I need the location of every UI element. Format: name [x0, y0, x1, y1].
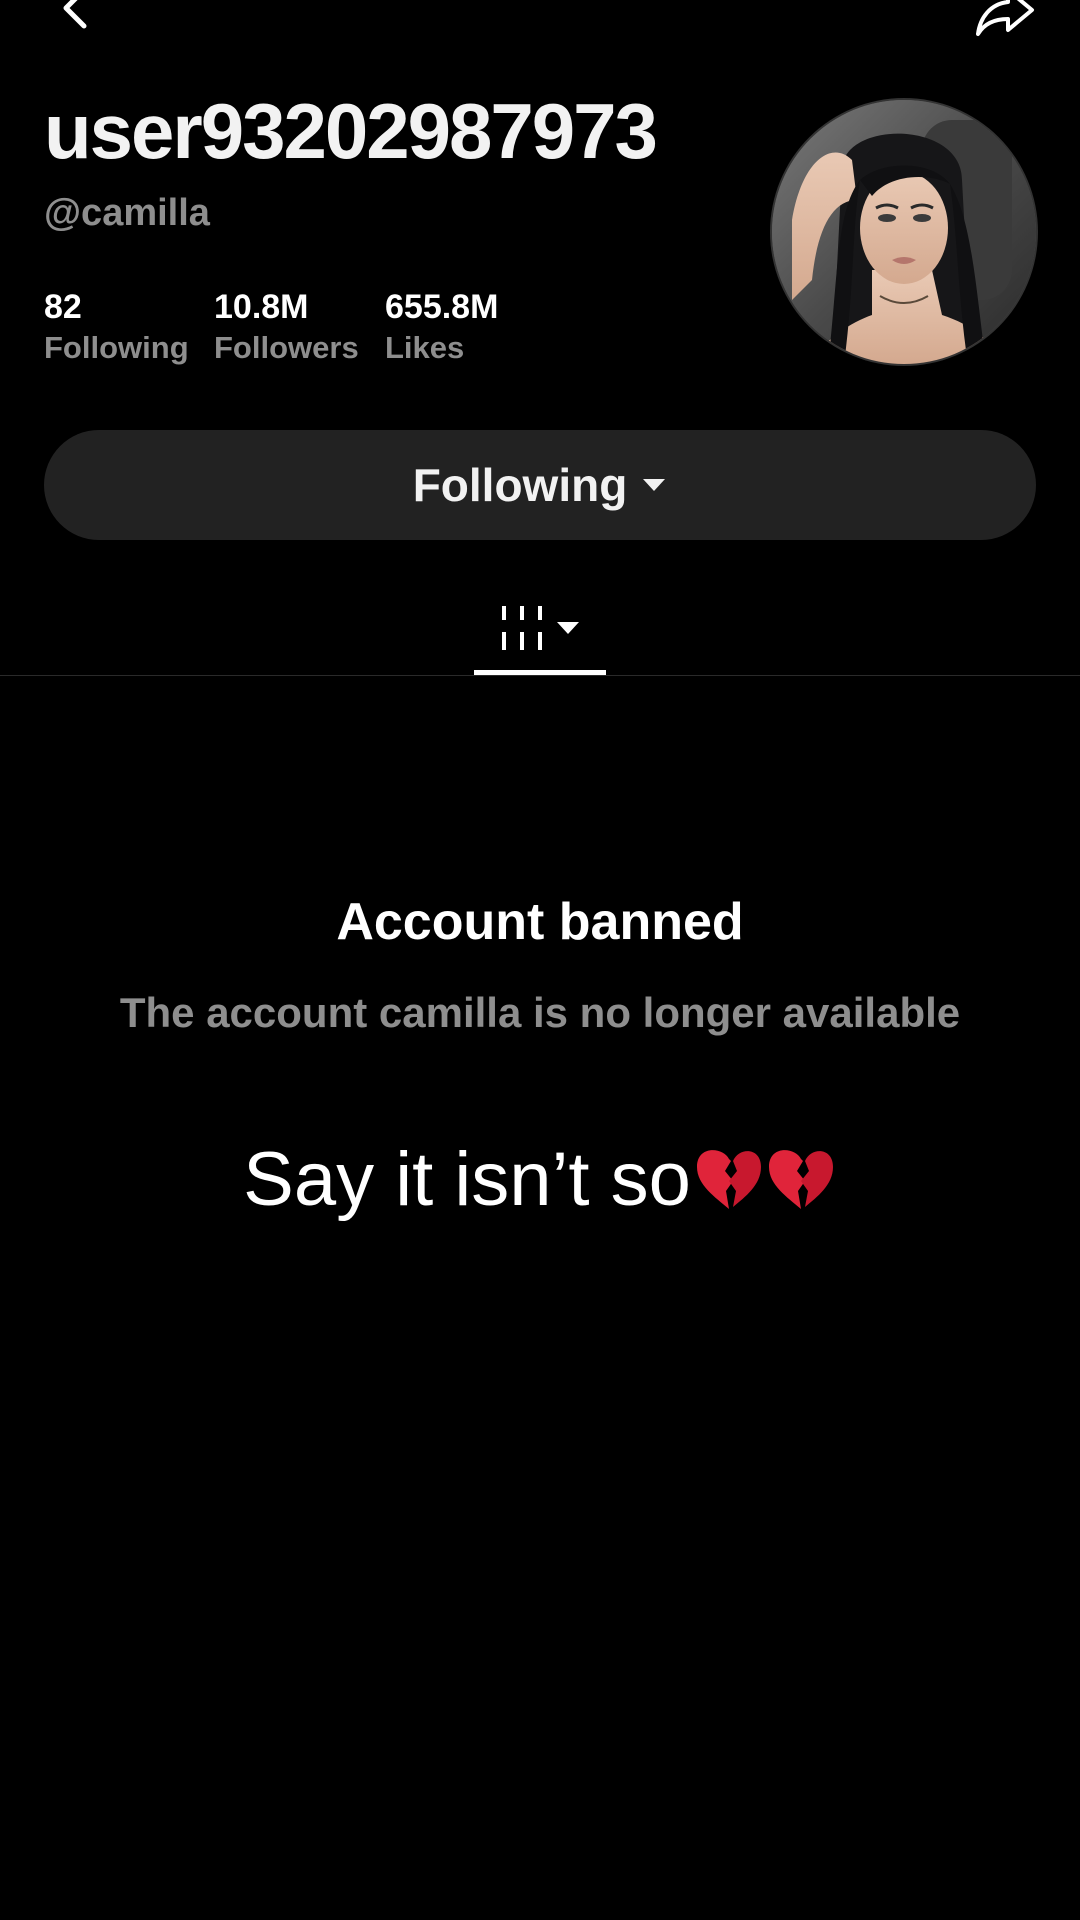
stat-followers-count: 10.8M — [214, 288, 309, 326]
following-button-label: Following — [412, 459, 628, 511]
banned-subtitle: The account camilla is no longer availab… — [119, 989, 961, 1036]
banned-title: Account banned — [336, 893, 744, 951]
caret-down-icon — [643, 479, 666, 491]
profile-handle: @camilla — [44, 192, 210, 234]
stat-likes[interactable]: 655.8M Likes — [385, 290, 498, 363]
stat-followers-label: Followers — [214, 330, 359, 365]
avatar[interactable] — [772, 100, 1036, 364]
avatar-photo — [772, 100, 1036, 364]
share-arrow-icon — [976, 0, 1034, 36]
broken-heart-emojis — [693, 1145, 837, 1224]
stat-likes-count: 655.8M — [385, 288, 499, 326]
back-button[interactable] — [44, 0, 104, 38]
share-button[interactable] — [970, 0, 1040, 42]
chevron-left-icon — [63, 0, 87, 29]
profile-display-name: user93202987973 — [44, 87, 658, 175]
caret-down-icon — [557, 622, 579, 634]
stat-following-count: 82 — [44, 288, 82, 326]
tab-divider — [0, 675, 1080, 676]
stat-following[interactable]: 82 Following — [44, 290, 189, 363]
caption-overlay: Say it isn’t so — [0, 1142, 1080, 1224]
caption-text: Say it isn’t so — [243, 1137, 691, 1222]
broken-heart-icon — [768, 1150, 833, 1209]
stat-followers[interactable]: 10.8M Followers — [214, 290, 359, 363]
stat-likes-label: Likes — [385, 330, 465, 365]
stat-following-label: Following — [44, 330, 189, 365]
following-button[interactable]: Following — [44, 430, 1036, 540]
tab-videos[interactable] — [474, 580, 606, 676]
video-grid-icon — [502, 606, 542, 650]
broken-heart-icon — [696, 1150, 761, 1209]
